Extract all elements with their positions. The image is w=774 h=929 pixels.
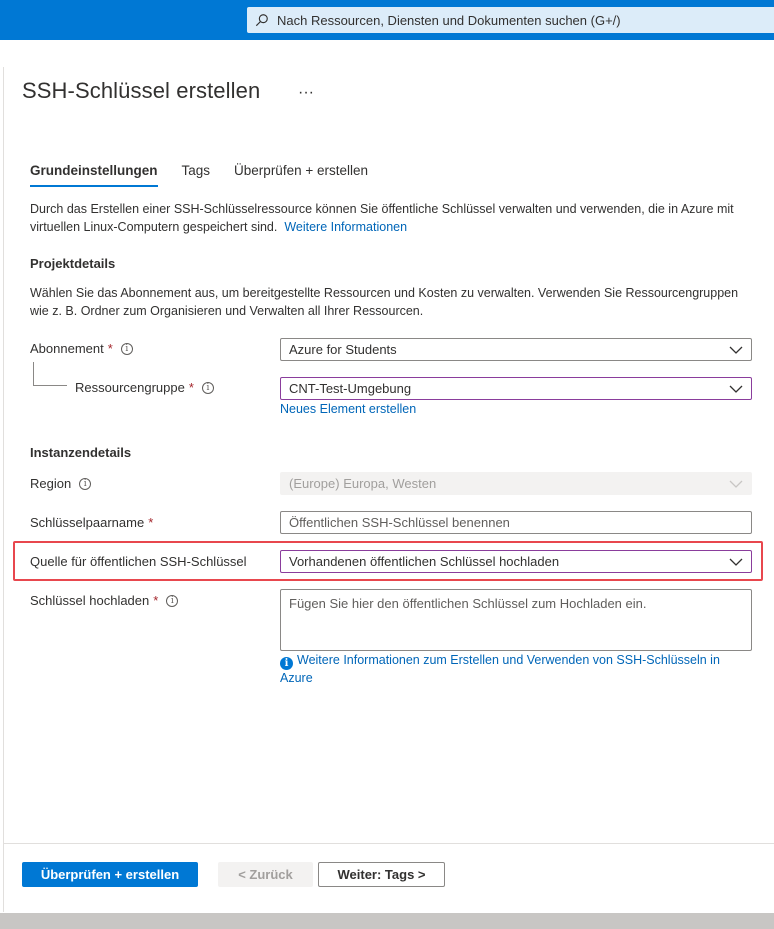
info-icon[interactable]: i — [79, 477, 92, 490]
search-icon — [255, 14, 268, 27]
upload-key-placeholder: Fügen Sie hier den öffentlichen Schlüsse… — [289, 596, 647, 611]
required-marker: * — [107, 341, 113, 356]
region-label-text: Region — [30, 476, 72, 491]
subscription-label: Abonnement * i — [30, 341, 133, 356]
search-placeholder: Nach Ressourcen, Diensten und Dokumenten… — [277, 12, 621, 28]
region-value: (Europe) Europa, Westen — [289, 476, 437, 491]
required-marker: * — [153, 593, 159, 608]
info-icon[interactable]: i — [120, 342, 133, 355]
subscription-dropdown[interactable]: Azure for Students — [280, 338, 752, 361]
required-marker: * — [188, 380, 194, 395]
key-source-label-text: Quelle für öffentlichen SSH-Schlüssel — [30, 554, 247, 569]
instance-details-heading: Instanzendetails — [30, 445, 132, 460]
tab-basics[interactable]: Grundeinstellungen — [30, 163, 158, 187]
tree-connector — [33, 362, 67, 386]
ssh-info-link[interactable]: Weitere Informationen zum Erstellen und … — [280, 653, 720, 685]
key-source-value: Vorhandenen öffentlichen Schlüssel hochl… — [289, 554, 560, 569]
region-dropdown: (Europe) Europa, Westen — [280, 472, 752, 495]
keypair-name-label-text: Schlüsselpaarname — [30, 515, 145, 530]
resource-group-value: CNT-Test-Umgebung — [289, 381, 412, 396]
resource-group-dropdown[interactable]: CNT-Test-Umgebung — [280, 377, 752, 400]
subscription-label-text: Abonnement — [30, 341, 104, 356]
page-title: SSH-Schlüssel erstellen — [22, 78, 261, 103]
create-new-resource-group-link[interactable]: Neues Element erstellen — [280, 402, 416, 416]
required-marker: * — [148, 515, 154, 530]
key-source-label: Quelle für öffentlichen SSH-Schlüssel — [30, 554, 247, 569]
project-details-description: Wählen Sie das Abonnement aus, um bereit… — [30, 286, 739, 318]
subscription-value: Azure for Students — [289, 342, 397, 357]
keypair-name-input[interactable]: Öffentlichen SSH-Schlüssel benennen — [280, 511, 752, 534]
footer-divider — [3, 843, 774, 844]
chevron-down-icon — [729, 480, 743, 488]
learn-more-link[interactable]: Weitere Informationen — [284, 220, 407, 234]
more-options-button[interactable]: ··· — [298, 84, 314, 102]
resource-group-label: Ressourcengruppe * i — [75, 380, 214, 395]
review-create-button[interactable]: Überprüfen + erstellen — [22, 862, 198, 887]
upload-key-label-text: Schlüssel hochladen — [30, 593, 150, 608]
chevron-down-icon — [729, 385, 743, 393]
chevron-down-icon — [729, 346, 743, 354]
ssh-info-link-row: i Weitere Informationen zum Erstellen und… — [280, 652, 750, 687]
tab-review-create[interactable]: Überprüfen + erstellen — [234, 163, 368, 187]
global-search-input[interactable]: Nach Ressourcen, Diensten und Dokumenten… — [247, 7, 774, 33]
resource-group-label-text: Ressourcengruppe — [75, 380, 185, 395]
bottom-scroll-bar — [0, 913, 774, 929]
top-bar: Nach Ressourcen, Diensten und Dokumenten… — [0, 0, 774, 40]
project-details-heading: Projektdetails — [30, 256, 116, 271]
keypair-name-label: Schlüsselpaarname * — [30, 515, 153, 530]
next-tags-button[interactable]: Weiter: Tags > — [318, 862, 445, 887]
intro-text: Durch das Erstellen einer SSH-Schlüsselr… — [30, 200, 760, 236]
keypair-name-placeholder: Öffentlichen SSH-Schlüssel benennen — [289, 515, 510, 530]
tab-bar: Grundeinstellungen Tags Überprüfen + ers… — [30, 163, 392, 187]
info-filled-icon: i — [280, 657, 293, 670]
back-button[interactable]: < Zurück — [218, 862, 313, 887]
chevron-down-icon — [729, 558, 743, 566]
upload-key-textarea[interactable]: Fügen Sie hier den öffentlichen Schlüsse… — [280, 589, 752, 651]
info-icon[interactable]: i — [201, 381, 214, 394]
upload-key-label: Schlüssel hochladen * i — [30, 593, 179, 608]
region-label: Region i — [30, 476, 92, 491]
tab-tags[interactable]: Tags — [182, 163, 211, 187]
info-icon[interactable]: i — [166, 594, 179, 607]
key-source-dropdown[interactable]: Vorhandenen öffentlichen Schlüssel hochl… — [280, 550, 752, 573]
